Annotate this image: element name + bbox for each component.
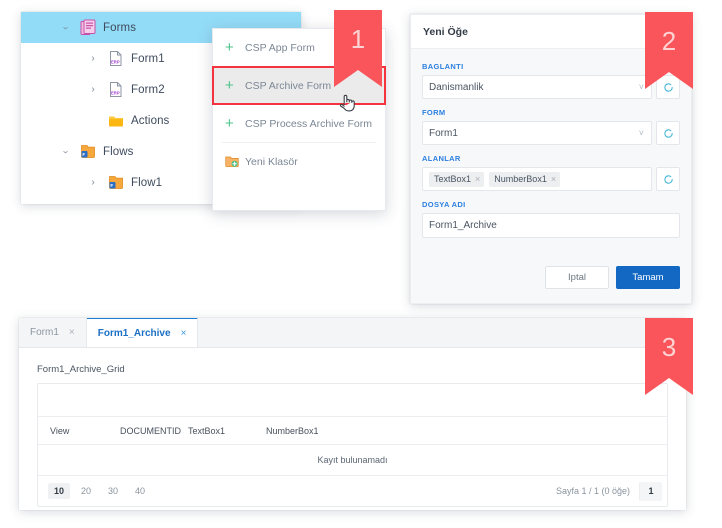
svg-text:ERP: ERP: [111, 60, 120, 65]
remove-chip-icon[interactable]: ×: [475, 174, 480, 184]
page-size-selector: 10 20 30 40: [48, 483, 156, 499]
designer-panel: Form1 × Form1_Archive × Form1_Archive_Grid …: [19, 318, 686, 510]
tab-label: Form1_Archive: [98, 328, 171, 339]
alanlar-chip[interactable]: TextBox1 ×: [429, 172, 484, 187]
erp-form-icon: ERP: [108, 50, 124, 67]
alanlar-chip-label: TextBox1: [434, 174, 471, 184]
chevron-down-icon: ˅: [639, 83, 644, 92]
menu-item-yeni-klasor[interactable]: Yeni Klasör: [213, 143, 385, 180]
grid-header-row: ViewDOCUMENTIDTextBox1NumberBox1: [38, 417, 667, 445]
svg-text:F: F: [82, 152, 85, 157]
grid-body: Form1_Archive_Grid ViewDOCUMENTIDTextBox…: [19, 348, 686, 507]
baglanti-select[interactable]: Danismanlik ˅: [422, 75, 652, 99]
chevron-right-icon[interactable]: ›: [87, 177, 99, 189]
baglanti-label: BAGLANTI: [422, 62, 680, 71]
erp-form-icon: ERP: [108, 50, 124, 67]
tab-form1_archive[interactable]: Form1_Archive ×: [87, 318, 199, 347]
chevron-right-icon[interactable]: ›: [87, 84, 99, 96]
tree-item-label: Flows: [103, 146, 134, 158]
dialog-actions: Iptal Tamam: [545, 266, 680, 289]
page-size-20[interactable]: 20: [75, 483, 97, 499]
refresh-icon: [663, 82, 674, 93]
grid-toolbar[interactable]: [38, 384, 667, 417]
new-folder-icon: [225, 155, 245, 168]
tree-item-label: Actions: [131, 115, 169, 127]
alanlar-row: TextBox1 × NumberBox1 ×: [422, 167, 680, 191]
page-size-10[interactable]: 10: [48, 483, 70, 499]
svg-text:ERP: ERP: [111, 91, 120, 96]
dosya-adi-input[interactable]: Form1_Archive: [422, 213, 680, 238]
page-number-button[interactable]: 1: [639, 482, 662, 501]
menu-item-csp-archive-form[interactable]: +CSP Archive Form: [213, 67, 385, 104]
folder-icon: [108, 112, 124, 129]
erp-form-icon: ERP: [108, 81, 124, 98]
form-label: FORM: [422, 108, 680, 117]
flows-folder-icon: F: [108, 174, 124, 191]
chevron-right-icon[interactable]: ›: [87, 53, 99, 65]
tree-item-label: Form2: [131, 84, 165, 96]
tab-label: Form1: [30, 327, 59, 338]
baglanti-value: Danismanlik: [429, 82, 483, 93]
flows-folder-icon: F: [108, 174, 124, 191]
chevron-down-icon: ˅: [639, 129, 644, 138]
grid-column-header[interactable]: TextBox1: [188, 426, 266, 436]
forms-folder-icon: [80, 19, 96, 36]
menu-item-label: Yeni Klasör: [245, 156, 298, 168]
menu-item-label: CSP Archive Form: [245, 80, 331, 92]
page-size-30[interactable]: 30: [102, 483, 124, 499]
grid-title: Form1_Archive_Grid: [37, 364, 668, 375]
page-info-text: Sayfa 1 / 1 (0 öğe): [556, 486, 639, 496]
form-refresh-button[interactable]: [656, 121, 680, 145]
flows-folder-icon: F: [80, 143, 96, 160]
close-tab-icon[interactable]: ×: [69, 327, 75, 338]
baglanti-row: Danismanlik ˅: [422, 75, 680, 99]
alanlar-chip-label: NumberBox1: [494, 174, 547, 184]
menu-item-label: CSP App Form: [245, 42, 315, 54]
alanlar-label: ALANLAR: [422, 154, 680, 163]
erp-form-icon: ERP: [108, 81, 124, 98]
refresh-icon: [663, 174, 674, 185]
form-select[interactable]: Form1 ˅: [422, 121, 652, 145]
menu-item-label: CSP Process Archive Form: [245, 118, 372, 130]
plus-icon: +: [225, 78, 245, 93]
form-value: Form1: [429, 128, 458, 139]
close-tab-icon[interactable]: ×: [181, 328, 187, 339]
chevron-down-icon[interactable]: ›: [59, 146, 71, 158]
plus-icon: +: [225, 116, 245, 131]
tab-strip: Form1 × Form1_Archive ×: [19, 318, 686, 348]
alanlar-refresh-button[interactable]: [656, 167, 680, 191]
ok-button[interactable]: Tamam: [616, 266, 680, 289]
grid-column-header[interactable]: DOCUMENTID: [120, 426, 188, 436]
dosya-adi-row: Form1_Archive: [422, 213, 680, 238]
form-row: Form1 ˅: [422, 121, 680, 145]
grid-footer: 10 20 30 40 Sayfa 1 / 1 (0 öğe) 1: [38, 476, 667, 506]
svg-text:F: F: [110, 183, 113, 188]
cancel-button[interactable]: Iptal: [545, 266, 609, 289]
screenshot-root: › Forms › ERP Form1 › ERP Form2 Actions › F Flows › F…: [0, 0, 722, 528]
grid-empty-message: Kayıt bulunamadı: [38, 445, 667, 476]
chevron-down-icon[interactable]: ›: [59, 22, 71, 34]
dosya-adi-value: Form1_Archive: [429, 220, 497, 231]
tab-form1[interactable]: Form1 ×: [19, 318, 87, 347]
alanlar-multiselect[interactable]: TextBox1 × NumberBox1 ×: [422, 167, 652, 191]
alanlar-chip[interactable]: NumberBox1 ×: [489, 172, 560, 187]
grid-column-header[interactable]: View: [50, 426, 120, 436]
remove-chip-icon[interactable]: ×: [551, 174, 556, 184]
forms-folder-icon: [80, 19, 96, 36]
tree-item-label: Forms: [103, 22, 136, 34]
folder-icon: [108, 112, 124, 129]
grid-column-header[interactable]: NumberBox1: [266, 426, 356, 436]
refresh-icon: [663, 128, 674, 139]
page-size-40[interactable]: 40: [129, 483, 151, 499]
tree-item-label: Flow1: [131, 177, 162, 189]
menu-item-csp-process-archive-form[interactable]: +CSP Process Archive Form: [213, 105, 385, 142]
dosya-adi-label: DOSYA ADI: [422, 200, 680, 209]
flows-folder-icon: F: [80, 143, 96, 160]
tree-item-label: Form1: [131, 53, 165, 65]
chevron-spacer: [87, 115, 99, 127]
data-grid: ViewDOCUMENTIDTextBox1NumberBox1 Kayıt b…: [37, 383, 668, 507]
plus-icon: +: [225, 40, 245, 55]
